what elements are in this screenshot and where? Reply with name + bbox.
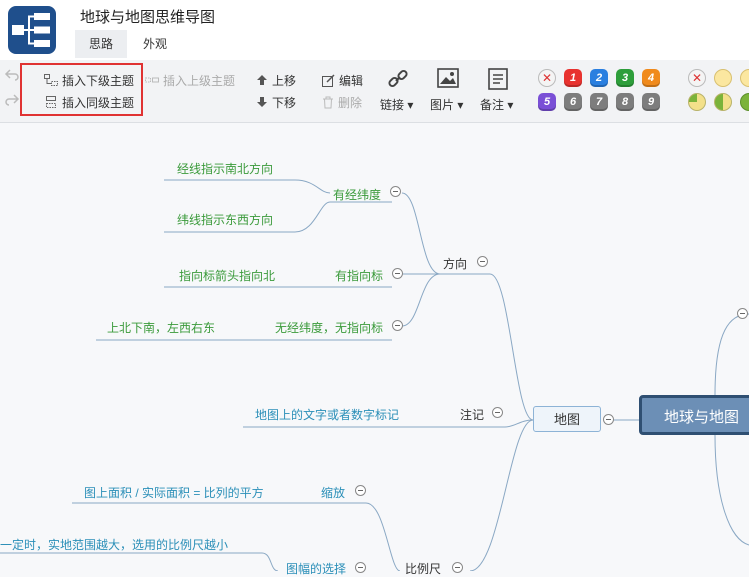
mindmap-node-youjingweidu[interactable]: 有经纬度 [333,186,381,203]
mindmap-root-node[interactable]: 地球与地图 [639,395,749,435]
collapse-youzhixiangbiao-icon[interactable] [392,268,403,279]
mindmap-node-wujingweidu[interactable]: 无经纬度，无指向标 [275,319,383,336]
mindmap-node-zhixiangbiao[interactable]: 指向标箭头指向北 [179,267,275,284]
mindmap-node-fangxiang[interactable]: 方向 [443,255,467,272]
collapse-zhuji-icon[interactable] [492,407,503,418]
collapse-bilichi-icon[interactable] [452,562,463,573]
mindmap-node-youzhixiangbiao[interactable]: 有指向标 [335,267,383,284]
mindmap-node-suofang[interactable]: 缩放 [321,484,345,501]
mindmap-node-jingxian[interactable]: 经线指示南北方向 [177,160,273,177]
collapse-fangxiang-icon[interactable] [477,256,488,267]
mindmap-node-weixian[interactable]: 纬线指示东西方向 [177,211,273,228]
collapse-right-branch-icon[interactable] [737,308,748,319]
collapse-wujingweidu-icon[interactable] [392,320,403,331]
collapse-suofang-icon[interactable] [355,485,366,496]
mindmap-node-zhujidesc[interactable]: 地图上的文字或者数字标记 [255,406,399,423]
mindmap-node-bilichi[interactable]: 比例尺 [405,560,441,577]
collapse-tuxing-icon[interactable] [355,562,366,573]
mindmap-node-zhuji[interactable]: 注记 [460,406,484,423]
mindmap-node-tuxing[interactable]: 图幅的选择 [286,560,346,577]
mindmap-node-yidingshi[interactable]: 一定时，实地范围越大，选用的比例尺越小 [0,536,228,553]
mindmap-node-suofangdesc[interactable]: 图上面积 / 实际面积 = 比列的平方 [84,484,264,501]
collapse-youjingweidu-icon[interactable] [390,186,401,197]
mindmap-node-shangbei[interactable]: 上北下南，左西右东 [107,319,215,336]
mindmap-node-ditu[interactable]: 地图 [533,406,601,432]
collapse-ditu-icon[interactable] [603,414,614,425]
